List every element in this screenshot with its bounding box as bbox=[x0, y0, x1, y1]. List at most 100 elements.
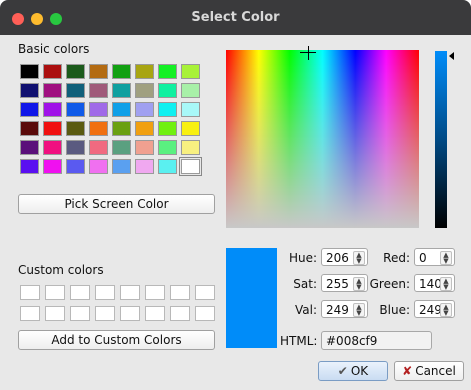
basic-color-swatch[interactable] bbox=[89, 102, 108, 117]
basic-color-swatch[interactable] bbox=[135, 64, 154, 79]
hue-spinbox[interactable]: 206 ▲ ▼ bbox=[321, 248, 368, 266]
checkmark-icon: ✔ bbox=[337, 364, 348, 378]
basic-color-swatch[interactable] bbox=[158, 102, 177, 117]
basic-color-swatch[interactable] bbox=[112, 64, 131, 79]
basic-color-swatch[interactable] bbox=[89, 121, 108, 136]
val-spinbox[interactable]: 249 ▲ ▼ bbox=[321, 300, 368, 318]
custom-colors-label: Custom colors bbox=[18, 263, 104, 277]
custom-color-slot[interactable] bbox=[70, 306, 90, 321]
basic-color-swatch[interactable] bbox=[43, 159, 62, 174]
custom-color-slot[interactable] bbox=[45, 306, 65, 321]
basic-color-swatch[interactable] bbox=[135, 102, 154, 117]
green-label: Green: bbox=[369, 277, 410, 291]
custom-color-slot[interactable] bbox=[20, 285, 40, 300]
custom-color-slot[interactable] bbox=[70, 285, 90, 300]
basic-color-swatch[interactable] bbox=[158, 83, 177, 98]
pick-screen-color-button[interactable]: Pick Screen Color bbox=[18, 194, 215, 214]
basic-color-swatch[interactable] bbox=[66, 140, 85, 155]
custom-color-slot[interactable] bbox=[145, 285, 165, 300]
custom-color-slot[interactable] bbox=[95, 306, 115, 321]
title-bar: Select Color bbox=[0, 0, 471, 35]
basic-color-swatch[interactable] bbox=[112, 140, 131, 155]
basic-color-swatch[interactable] bbox=[181, 121, 200, 136]
basic-color-swatch[interactable] bbox=[66, 121, 85, 136]
basic-colors-label: Basic colors bbox=[18, 42, 90, 56]
basic-color-swatch[interactable] bbox=[43, 64, 62, 79]
custom-color-slot[interactable] bbox=[145, 306, 165, 321]
basic-color-swatch[interactable] bbox=[181, 83, 200, 98]
basic-color-swatch[interactable] bbox=[89, 83, 108, 98]
cancel-x-icon: ✘ bbox=[402, 364, 413, 378]
basic-color-swatch[interactable] bbox=[112, 83, 131, 98]
basic-color-swatch[interactable] bbox=[20, 140, 39, 155]
basic-color-swatch[interactable] bbox=[20, 121, 39, 136]
basic-color-swatch[interactable] bbox=[181, 102, 200, 117]
ok-label: OK bbox=[350, 364, 369, 378]
blue-spinbox[interactable]: 249 ▲ ▼ bbox=[414, 300, 455, 318]
val-label: Val: bbox=[294, 303, 317, 317]
basic-color-swatch[interactable] bbox=[112, 121, 131, 136]
custom-color-slot[interactable] bbox=[195, 306, 215, 321]
blue-label: Blue: bbox=[379, 303, 410, 317]
spin-arrows-icon[interactable]: ▲ ▼ bbox=[353, 277, 365, 291]
basic-color-swatch[interactable] bbox=[20, 83, 39, 98]
custom-color-slot[interactable] bbox=[20, 306, 40, 321]
basic-color-swatch[interactable] bbox=[66, 83, 85, 98]
spin-arrows-icon[interactable]: ▲ ▼ bbox=[353, 303, 365, 317]
custom-color-slot[interactable] bbox=[95, 285, 115, 300]
cancel-button[interactable]: ✘ Cancel bbox=[394, 361, 464, 381]
crosshair-cursor-vertical bbox=[308, 46, 309, 60]
basic-color-swatch[interactable] bbox=[20, 64, 39, 79]
basic-color-swatch[interactable] bbox=[20, 102, 39, 117]
basic-color-swatch[interactable] bbox=[66, 159, 85, 174]
ok-button[interactable]: ✔ OK bbox=[318, 361, 388, 381]
basic-color-swatch[interactable] bbox=[181, 64, 200, 79]
basic-color-swatch[interactable] bbox=[43, 121, 62, 136]
basic-color-swatch[interactable] bbox=[43, 140, 62, 155]
green-value: 140 bbox=[419, 277, 442, 291]
basic-color-swatch[interactable] bbox=[89, 64, 108, 79]
custom-color-slot[interactable] bbox=[45, 285, 65, 300]
select-color-dialog: Select Color Basic colors Pick Screen Co… bbox=[0, 0, 471, 390]
custom-color-slot[interactable] bbox=[195, 285, 215, 300]
add-to-custom-colors-button[interactable]: Add to Custom Colors bbox=[18, 330, 215, 350]
basic-color-swatch[interactable] bbox=[43, 102, 62, 117]
basic-color-swatch[interactable] bbox=[181, 140, 200, 155]
red-label: Red: bbox=[383, 251, 410, 265]
basic-color-swatch[interactable] bbox=[89, 159, 108, 174]
basic-color-swatch[interactable] bbox=[135, 159, 154, 174]
sat-spinbox[interactable]: 255 ▲ ▼ bbox=[321, 274, 368, 292]
spin-arrows-icon[interactable]: ▲ ▼ bbox=[353, 251, 365, 265]
spin-arrows-icon[interactable]: ▲ ▼ bbox=[440, 251, 452, 265]
red-spinbox[interactable]: 0 ▲ ▼ bbox=[414, 248, 455, 266]
value-arrow-icon[interactable] bbox=[449, 52, 454, 60]
spin-arrows-icon[interactable]: ▲ ▼ bbox=[440, 303, 452, 317]
basic-color-swatch[interactable] bbox=[66, 102, 85, 117]
hue-saturation-picker[interactable] bbox=[226, 50, 419, 228]
html-label: HTML: bbox=[280, 334, 318, 348]
custom-color-slot[interactable] bbox=[170, 285, 190, 300]
basic-color-swatch[interactable] bbox=[158, 159, 177, 174]
value-slider[interactable] bbox=[435, 51, 447, 228]
basic-color-swatch[interactable] bbox=[158, 140, 177, 155]
basic-color-swatch[interactable] bbox=[112, 159, 131, 174]
basic-color-swatch[interactable] bbox=[135, 140, 154, 155]
basic-color-swatch[interactable] bbox=[89, 140, 108, 155]
basic-color-swatch[interactable] bbox=[179, 157, 202, 176]
green-spinbox[interactable]: 140 ▲ ▼ bbox=[414, 274, 455, 292]
spin-arrows-icon[interactable]: ▲ ▼ bbox=[440, 277, 452, 291]
custom-color-slot[interactable] bbox=[170, 306, 190, 321]
basic-color-swatch[interactable] bbox=[43, 83, 62, 98]
html-color-field[interactable]: #008cf9 bbox=[321, 331, 432, 350]
window-title: Select Color bbox=[191, 10, 280, 25]
val-value: 249 bbox=[326, 303, 349, 317]
basic-color-swatch[interactable] bbox=[135, 121, 154, 136]
custom-color-slot[interactable] bbox=[120, 285, 140, 300]
basic-color-swatch[interactable] bbox=[66, 64, 85, 79]
custom-color-slot[interactable] bbox=[120, 306, 140, 321]
basic-color-swatch[interactable] bbox=[20, 159, 39, 174]
basic-color-swatch[interactable] bbox=[135, 83, 154, 98]
basic-color-swatch[interactable] bbox=[158, 64, 177, 79]
basic-color-swatch[interactable] bbox=[112, 102, 131, 117]
basic-color-swatch[interactable] bbox=[158, 121, 177, 136]
